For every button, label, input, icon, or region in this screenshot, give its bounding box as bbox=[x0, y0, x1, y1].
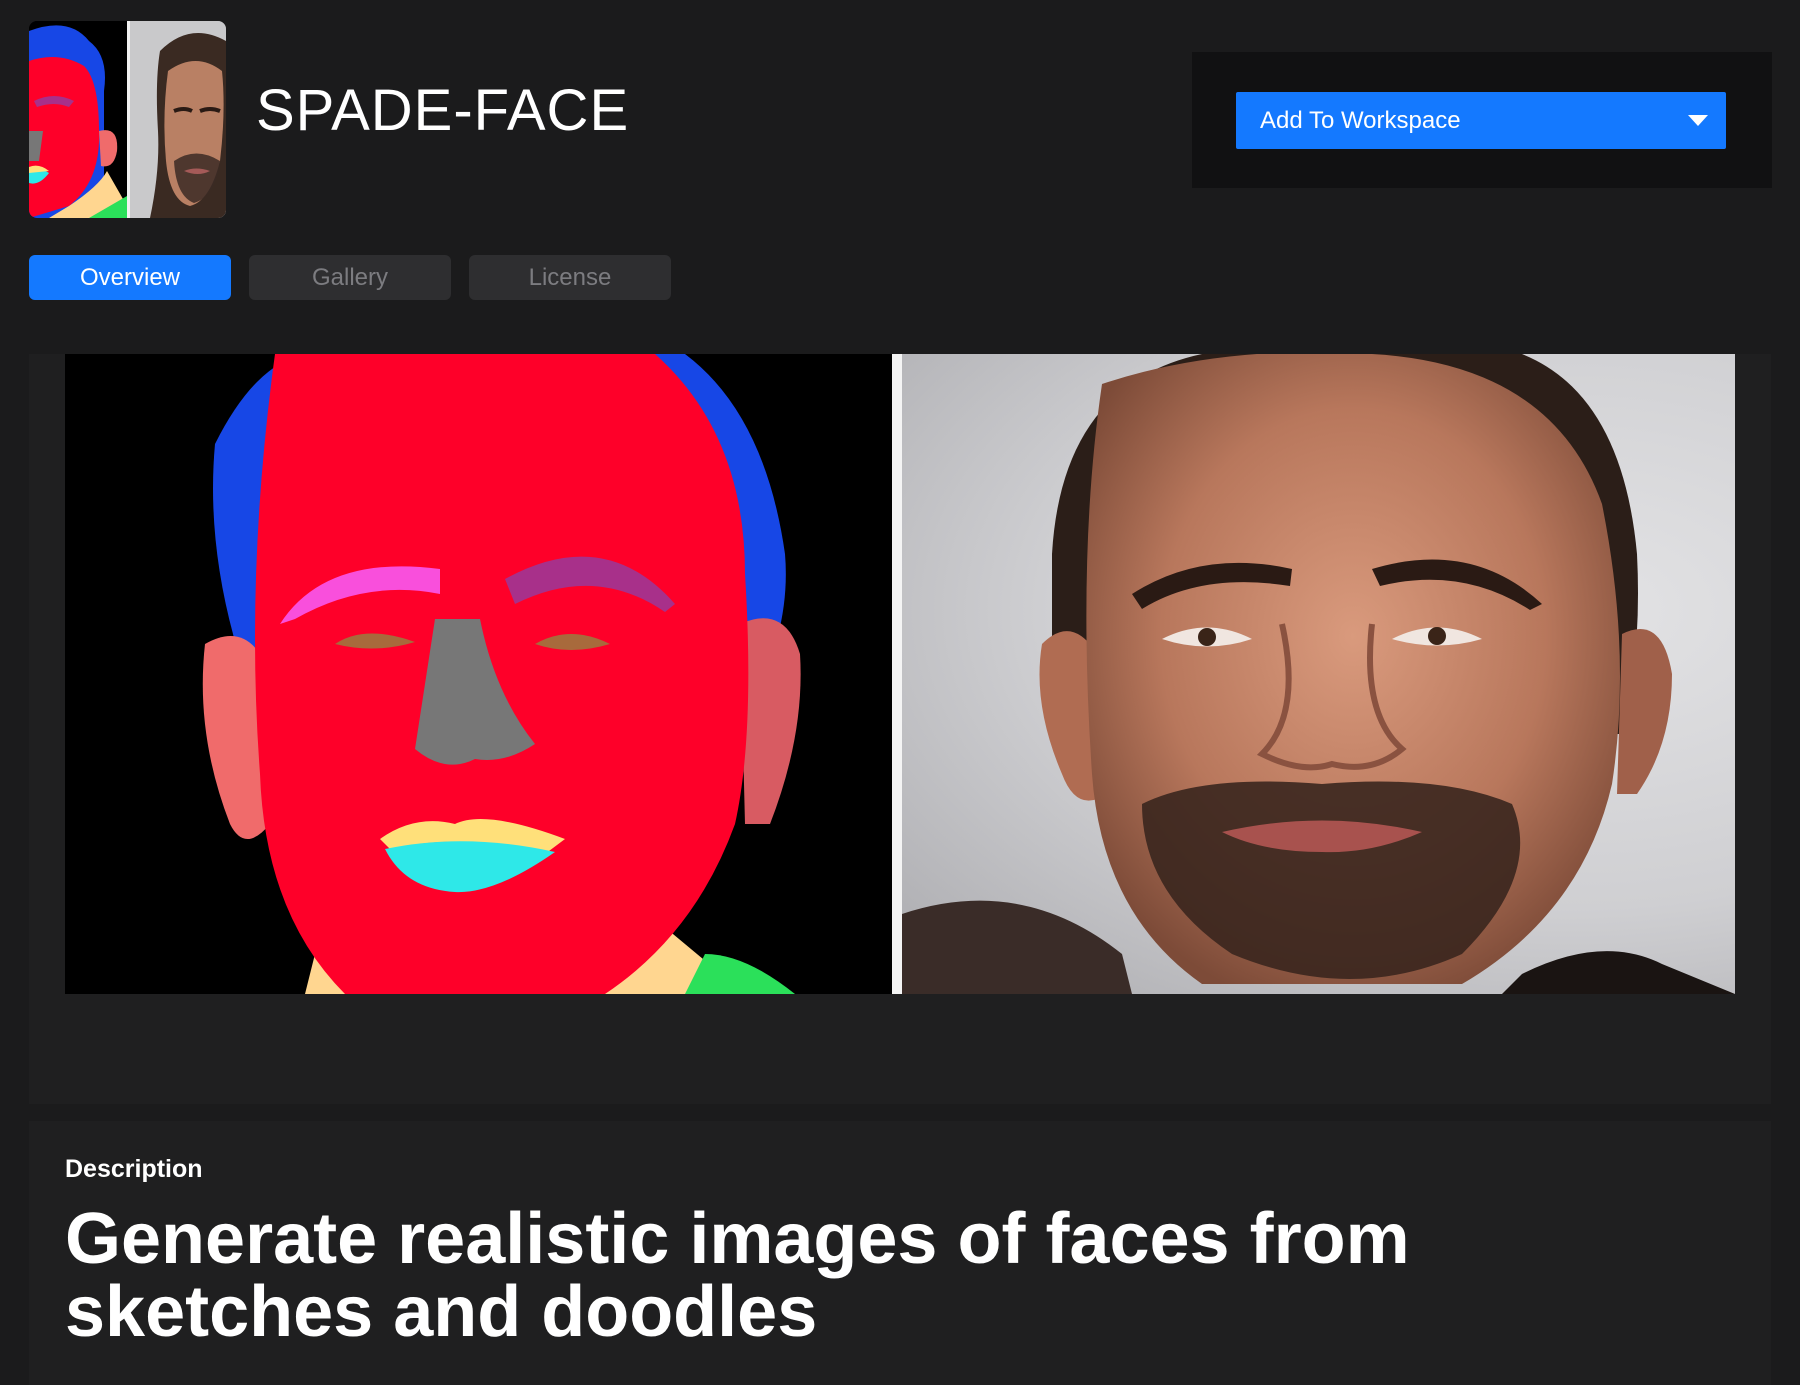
action-panel: Add To Workspace bbox=[1192, 52, 1772, 188]
chevron-down-icon[interactable] bbox=[1688, 115, 1708, 126]
tab-overview[interactable]: Overview bbox=[29, 255, 231, 300]
description-card: Description Generate realistic images of… bbox=[29, 1121, 1771, 1385]
app-thumbnail bbox=[29, 21, 226, 218]
add-to-workspace-label: Add To Workspace bbox=[1260, 106, 1461, 134]
tab-license[interactable]: License bbox=[469, 255, 671, 300]
hero-section bbox=[29, 354, 1771, 1104]
description-label: Description bbox=[65, 1155, 203, 1183]
description-heading: Generate realistic images of faces from … bbox=[65, 1199, 1410, 1352]
segmentation-map-image bbox=[65, 354, 892, 994]
hero-divider bbox=[892, 354, 902, 994]
generated-face-photo bbox=[902, 354, 1735, 994]
add-to-workspace-button[interactable]: Add To Workspace bbox=[1236, 92, 1726, 149]
thumbnail-segmentation-map bbox=[29, 21, 127, 218]
app-title: SPADE-FACE bbox=[256, 78, 630, 143]
thumbnail-photo bbox=[130, 21, 226, 218]
hero-image bbox=[65, 354, 1735, 994]
tab-bar: Overview Gallery License bbox=[29, 255, 671, 300]
tab-gallery[interactable]: Gallery bbox=[249, 255, 451, 300]
page: SPADE-FACE Add To Workspace Overview Gal… bbox=[0, 0, 1800, 1385]
